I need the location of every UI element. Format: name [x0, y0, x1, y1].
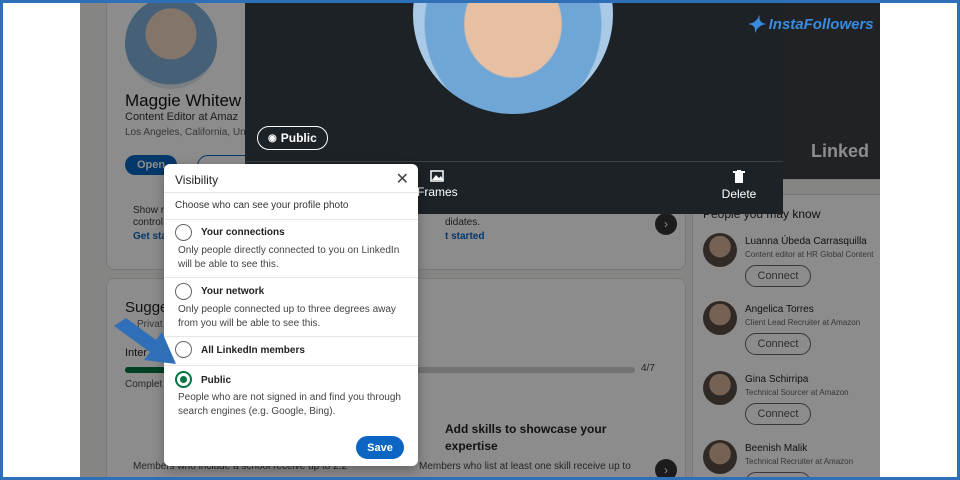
option-description: People who are not signed in and find yo… [178, 392, 401, 417]
option-label[interactable]: Your network [201, 286, 264, 297]
frames-label: Frames [417, 185, 458, 199]
dialog-divider [164, 192, 418, 193]
eye-icon: ◉ [268, 132, 277, 144]
radio-your-network[interactable] [175, 283, 192, 300]
radio-your-connections[interactable] [175, 224, 192, 241]
modal-divider [245, 161, 783, 162]
visibility-dialog: Visibility ✕ Choose who can see your pro… [164, 164, 418, 466]
pointer-arrow-icon [114, 318, 176, 364]
option-description: Only people directly connected to you on… [178, 245, 400, 270]
image-icon [430, 170, 444, 182]
option-label[interactable]: All LinkedIn members [201, 345, 305, 356]
dialog-divider [164, 336, 418, 337]
dialog-subtitle: Choose who can see your profile photo [175, 200, 349, 211]
radio-public[interactable] [175, 371, 192, 388]
save-button[interactable]: Save [356, 436, 404, 459]
frames-button[interactable]: Frames [417, 170, 458, 199]
option-description: Only people connected up to three degree… [178, 304, 396, 329]
close-icon[interactable]: ✕ [396, 169, 409, 189]
option-label[interactable]: Your connections [201, 227, 285, 238]
dialog-title: Visibility [175, 173, 219, 187]
visibility-pill-label: Public [280, 131, 317, 145]
delete-label: Delete [721, 187, 757, 201]
watermark-text: InstaFollowers [768, 15, 874, 33]
trash-icon [733, 170, 745, 183]
dialog-divider [164, 277, 418, 278]
delete-button[interactable]: Delete [719, 170, 759, 201]
star-logo-icon: ✦ [746, 12, 765, 37]
dialog-divider [164, 365, 418, 366]
option-label[interactable]: Public [201, 375, 231, 386]
profile-photo [413, 0, 613, 114]
watermark-logo: ✦ InstaFollowers [746, 12, 874, 38]
visibility-pill[interactable]: ◉ Public [257, 126, 328, 150]
dialog-divider [164, 219, 418, 220]
